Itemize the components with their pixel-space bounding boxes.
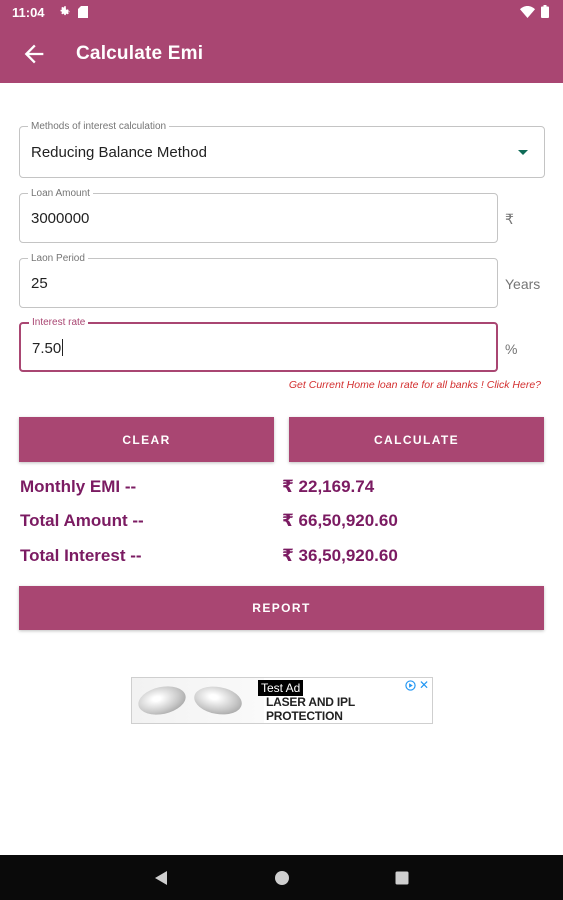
nav-back-button[interactable] — [141, 855, 181, 900]
report-button[interactable]: REPORT — [19, 586, 544, 630]
system-nav-bar — [0, 855, 563, 900]
ad-gem-graphic — [192, 683, 244, 718]
ad-banner[interactable]: Test Ad LASER AND IPL PROTECTION ✕ — [131, 677, 433, 724]
monthly-emi-value: ₹ 22,169.74 — [282, 477, 375, 496]
interest-rate-value-wrap: 7.50 — [32, 339, 64, 357]
page-title: Calculate Emi — [76, 43, 204, 64]
monthly-emi-label: Monthly EMI -- — [20, 477, 137, 496]
close-icon[interactable]: ✕ — [419, 679, 429, 691]
rupee-suffix: ₹ — [505, 211, 514, 227]
rate-link-text: Get Current Home loan rate for all banks… — [288, 379, 487, 391]
text-cursor — [62, 339, 64, 356]
status-time: 11:04 — [12, 5, 45, 20]
ad-choices-icon[interactable] — [405, 680, 416, 691]
battery-icon — [541, 5, 549, 18]
sd-card-icon — [78, 5, 88, 18]
interest-method-dropdown[interactable]: Methods of interest calculation Reducing… — [19, 120, 545, 178]
loan-amount-label: Loan Amount — [28, 187, 93, 200]
years-suffix: Years — [505, 276, 541, 292]
nav-recents-button[interactable] — [382, 855, 422, 900]
arrow-back-icon — [24, 44, 44, 64]
nav-home-button[interactable] — [262, 855, 302, 900]
loan-amount-value: 3000000 — [31, 210, 90, 227]
interest-rate-label: Interest rate — [29, 316, 89, 329]
loan-period-value: 25 — [31, 275, 48, 292]
square-recents-icon — [395, 871, 409, 884]
interest-rate-value: 7.50 — [32, 340, 62, 357]
loan-period-field[interactable]: Laon Period 25 — [19, 252, 498, 308]
total-interest-label: Total Interest -- — [20, 546, 142, 565]
dropdown-arrow-icon — [518, 150, 528, 155]
back-button[interactable] — [20, 40, 48, 68]
status-bar: 11:04 — [0, 0, 563, 24]
percent-suffix: % — [505, 341, 518, 357]
total-interest-value: ₹ 36,50,920.60 — [282, 546, 398, 565]
circle-home-icon — [275, 870, 289, 885]
click-here-link[interactable]: Click Here? — [487, 379, 541, 391]
triangle-back-icon — [155, 870, 167, 885]
interest-method-label: Methods of interest calculation — [28, 120, 170, 133]
test-ad-badge: Test Ad — [258, 680, 304, 696]
loan-amount-field[interactable]: Loan Amount 3000000 — [19, 187, 498, 243]
app-bar: Calculate Emi — [0, 24, 563, 83]
ad-image — [132, 678, 264, 723]
ad-gem-graphic — [135, 682, 189, 719]
clear-button[interactable]: CLEAR — [19, 417, 274, 462]
ad-title: LASER AND IPL PROTECTION — [266, 695, 355, 723]
total-amount-label: Total Amount -- — [20, 511, 144, 530]
total-amount-value: ₹ 66,50,920.60 — [282, 511, 398, 530]
calculate-button[interactable]: CALCULATE — [289, 417, 544, 462]
settings-gear-icon — [60, 6, 70, 16]
wifi-icon — [520, 5, 535, 18]
home-loan-rate-link[interactable]: Get Current Home loan rate for all banks… — [289, 379, 541, 391]
loan-period-label: Laon Period — [28, 252, 88, 265]
interest-rate-field[interactable]: Interest rate 7.50 — [19, 316, 498, 372]
interest-method-value: Reducing Balance Method — [31, 144, 207, 161]
